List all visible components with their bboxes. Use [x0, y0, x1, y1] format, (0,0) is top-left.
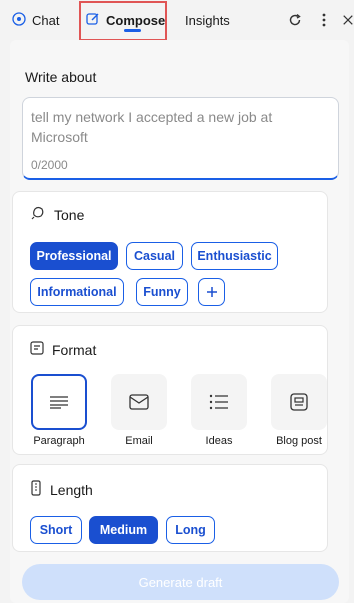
- length-title: Length: [50, 481, 93, 498]
- write-about-field[interactable]: 0/2000: [22, 97, 339, 180]
- tab-compose-label: Compose: [106, 12, 166, 28]
- length-medium-button[interactable]: Medium: [89, 516, 158, 544]
- tab-insights[interactable]: Insights: [185, 0, 230, 40]
- format-email-option[interactable]: Email: [111, 374, 167, 447]
- paragraph-icon-tile: [31, 374, 87, 430]
- tab-chat-label: Chat: [32, 12, 60, 28]
- format-blog-post-label: Blog post: [276, 435, 322, 447]
- tone-header: Tone: [30, 205, 84, 224]
- write-about-label: Write about: [25, 69, 97, 85]
- email-icon: [129, 394, 149, 410]
- chat-icon: [12, 11, 26, 29]
- tab-chat[interactable]: Chat: [12, 0, 59, 40]
- tab-insights-label: Insights: [185, 12, 230, 28]
- generate-draft-button[interactable]: Generate draft: [22, 564, 339, 600]
- length-short-button[interactable]: Short: [30, 516, 82, 544]
- email-icon-tile: [111, 374, 167, 430]
- list-icon: [209, 394, 228, 410]
- length-icon: [30, 480, 42, 499]
- format-title: Format: [52, 341, 97, 358]
- refresh-icon[interactable]: [285, 10, 305, 30]
- top-tab-bar: Chat Compose Insights: [0, 0, 354, 41]
- format-ideas-label: Ideas: [205, 435, 233, 447]
- more-vertical-icon[interactable]: [314, 10, 334, 30]
- tone-title: Tone: [54, 206, 85, 223]
- length-long-button[interactable]: Long: [166, 516, 215, 544]
- close-icon[interactable]: [342, 10, 354, 30]
- character-counter: 0/2000: [31, 158, 68, 172]
- format-blog-post-option[interactable]: Blog post: [271, 374, 327, 447]
- length-header: Length: [30, 480, 93, 499]
- format-ideas-option[interactable]: Ideas: [191, 374, 247, 447]
- blog-post-icon: [290, 393, 308, 411]
- tone-funny-button[interactable]: Funny: [136, 278, 188, 306]
- paragraph-icon: [50, 396, 68, 409]
- tone-informational-button[interactable]: Informational: [30, 278, 124, 306]
- tone-enthusiastic-button[interactable]: Enthusiastic: [191, 242, 278, 270]
- tone-casual-button[interactable]: Casual: [126, 242, 183, 270]
- ideas-icon-tile: [191, 374, 247, 430]
- format-paragraph-label: Paragraph: [33, 435, 85, 447]
- format-paragraph-option[interactable]: Paragraph: [31, 374, 87, 447]
- format-email-label: Email: [125, 435, 153, 447]
- format-header: Format: [30, 341, 96, 358]
- write-about-input[interactable]: [31, 107, 330, 153]
- tone-icon: [30, 205, 46, 224]
- add-tone-button[interactable]: [198, 278, 225, 306]
- plus-icon: [206, 282, 218, 303]
- format-icon: [30, 341, 44, 358]
- compose-icon: [86, 12, 100, 29]
- tab-compose[interactable]: Compose: [86, 0, 165, 40]
- blog-post-icon-tile: [271, 374, 327, 430]
- tone-professional-button[interactable]: Professional: [30, 242, 118, 270]
